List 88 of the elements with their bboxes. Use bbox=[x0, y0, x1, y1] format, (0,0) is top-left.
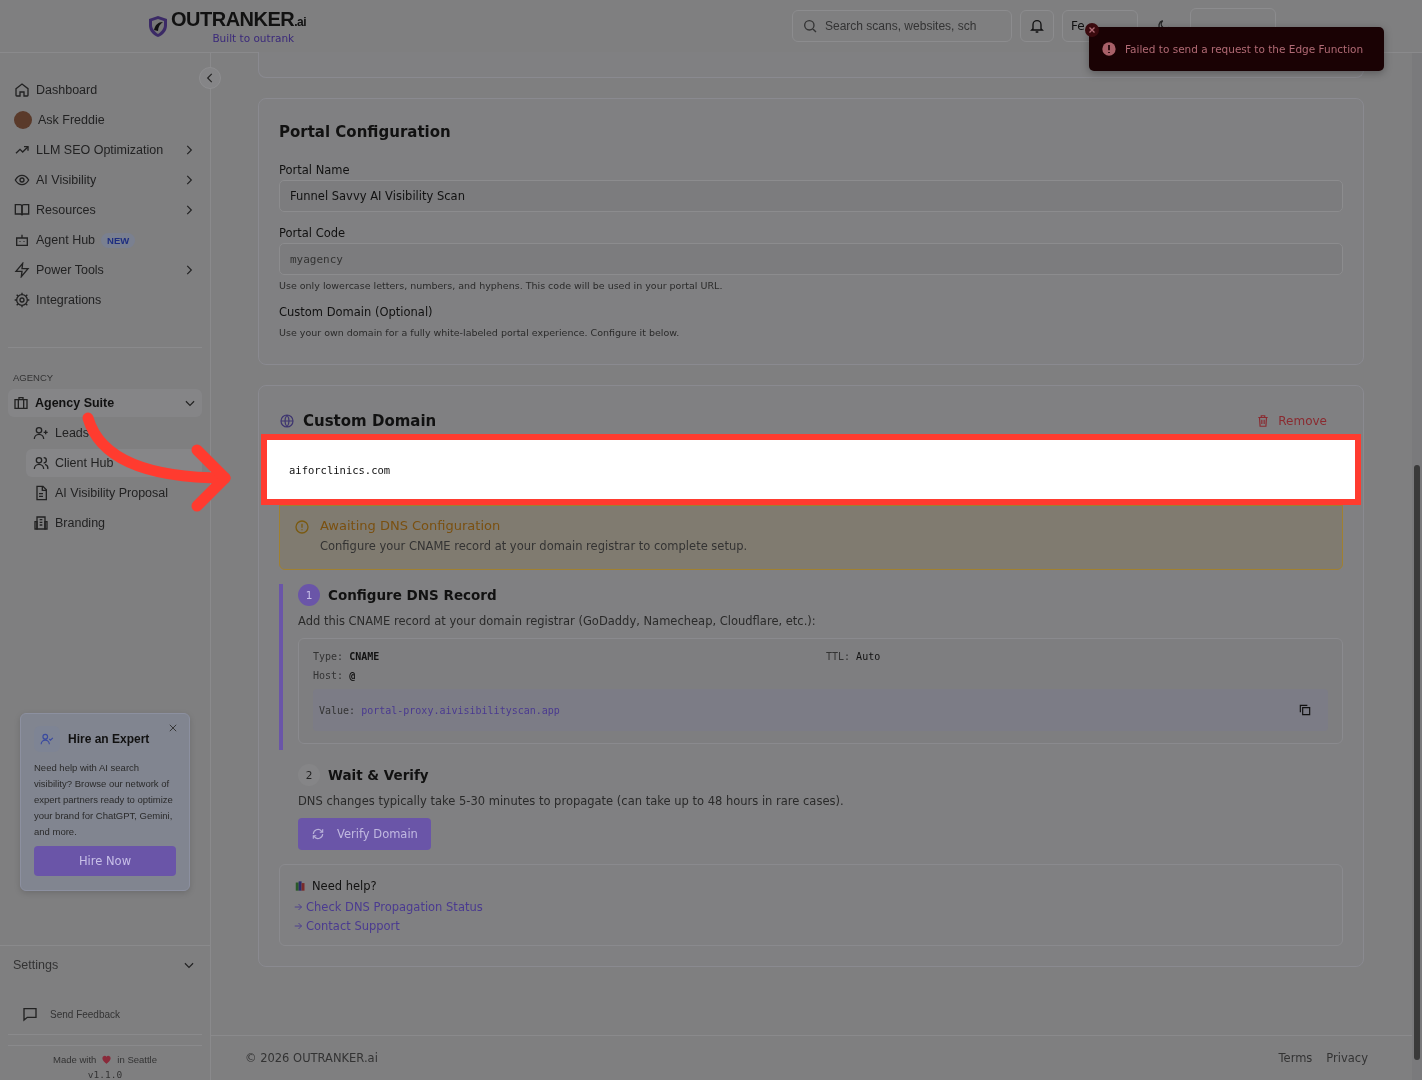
location-text: in Seattle bbox=[117, 1054, 157, 1065]
step-title: Wait & Verify bbox=[328, 767, 429, 783]
logo-wordmark: OUTRANKER.ai bbox=[171, 8, 307, 32]
promo-title: Hire an Expert bbox=[68, 732, 150, 746]
field-label: Portal Code bbox=[279, 226, 347, 240]
close-icon[interactable] bbox=[169, 724, 177, 732]
hire-now-button[interactable]: Hire Now bbox=[34, 846, 176, 876]
nav-item[interactable]: AI Visibility bbox=[8, 165, 202, 195]
eye-icon bbox=[14, 172, 30, 188]
arrow-right-icon bbox=[294, 922, 303, 930]
settings-icon bbox=[14, 292, 30, 308]
nav-item[interactable]: Integrations bbox=[8, 285, 202, 315]
refresh-icon bbox=[311, 827, 325, 841]
text-field[interactable]: Funnel Savvy AI Visibility Scan bbox=[279, 180, 1343, 212]
briefcase-icon bbox=[13, 395, 29, 411]
logo-tagline: Built to outrank bbox=[212, 31, 295, 44]
heart-icon bbox=[101, 1054, 113, 1065]
new-badge: NEW bbox=[101, 232, 136, 248]
nav-item[interactable]: Resources bbox=[8, 195, 202, 225]
book-icon bbox=[14, 202, 30, 218]
step-number: 1 bbox=[298, 584, 320, 606]
footer-link[interactable]: Terms bbox=[1278, 1051, 1313, 1065]
verify-domain-button[interactable]: Verify Domain bbox=[298, 818, 431, 850]
footer-link[interactable]: Privacy bbox=[1326, 1051, 1368, 1065]
version-label: v1.1.0 bbox=[87, 1069, 123, 1080]
record-value: Value: portal-proxy.aivisibilityscan.app bbox=[319, 704, 560, 716]
field-hint: Use only lowercase letters, numbers, and hyphens. This code will be used in your portal URL. bbox=[279, 280, 724, 291]
warning-icon bbox=[294, 519, 310, 535]
nav-group[interactable]: Agency Suite bbox=[8, 389, 202, 417]
help-link[interactable]: Contact Support bbox=[306, 919, 400, 933]
made-with-text: Made with bbox=[53, 1054, 97, 1065]
promo-text: Need help with AI search visibility? Browse our network of expert partners ready to optimize your brand for ChatGPT, Gemini, and more. bbox=[34, 761, 174, 839]
close-icon[interactable] bbox=[1085, 23, 1099, 37]
scrollbar[interactable] bbox=[1412, 53, 1422, 1080]
step-text: Add this CNAME record at your domain registrar (GoDaddy, Namecheap, Cloudflare, etc.): bbox=[298, 614, 817, 628]
bell-icon bbox=[1029, 18, 1045, 34]
record-ttl: TTL: Auto bbox=[826, 651, 881, 662]
globe-icon bbox=[279, 413, 295, 429]
notifications-button[interactable] bbox=[1020, 10, 1054, 42]
avatar-icon bbox=[14, 111, 32, 129]
step-text: DNS changes typically take 5-30 minutes to propagate (can take up to 48 hours in rare cases). bbox=[298, 794, 845, 808]
books-icon bbox=[294, 879, 308, 893]
arrow-right-icon bbox=[294, 903, 303, 911]
field-hint: Use your own domain for a fully white-labeled portal experience. Configure it below. bbox=[279, 327, 681, 338]
nav-item[interactable]: Ask Freddie bbox=[8, 105, 202, 135]
remove-button[interactable]: Remove bbox=[1250, 413, 1333, 429]
alert-text: Configure your CNAME record at your domain registrar to complete setup. bbox=[320, 539, 748, 553]
home-icon bbox=[14, 82, 30, 98]
users-icon bbox=[33, 455, 49, 471]
help-link[interactable]: Check DNS Propagation Status bbox=[306, 900, 483, 914]
record-host: Host: @ bbox=[313, 670, 357, 681]
nav-item[interactable]: Agent Hub NEW bbox=[8, 225, 202, 255]
field-label: Portal Name bbox=[279, 163, 351, 177]
nav-item[interactable]: Dashboard bbox=[8, 75, 202, 105]
search-icon bbox=[802, 18, 818, 34]
settings-toggle[interactable]: Settings bbox=[0, 945, 210, 984]
nav-item[interactable]: AI Visibility Proposal bbox=[26, 479, 202, 507]
user-plus-icon bbox=[33, 425, 49, 441]
step-number: 2 bbox=[298, 764, 320, 786]
chat-icon bbox=[22, 1006, 38, 1022]
card-title: Custom Domain bbox=[303, 412, 438, 430]
shield-logo-icon bbox=[146, 13, 170, 39]
building-icon bbox=[33, 515, 49, 531]
search-field[interactable]: Search scans, websites, sch bbox=[792, 10, 1012, 42]
alert-icon bbox=[1101, 41, 1117, 57]
collapse-sidebar-button[interactable] bbox=[199, 67, 221, 89]
document-icon bbox=[33, 485, 49, 501]
highlighted-domain-field[interactable]: aiforclinics.com bbox=[261, 434, 1361, 505]
nav-item[interactable]: Branding bbox=[26, 509, 202, 537]
section-title: AGENCY bbox=[12, 372, 55, 385]
card-title: Portal Configuration bbox=[279, 123, 452, 141]
field-label: Custom Domain (Optional) bbox=[279, 305, 434, 319]
text-field[interactable]: myagency bbox=[279, 243, 1343, 275]
toast-message: Failed to send a request to the Edge Function bbox=[1125, 43, 1364, 55]
step-title: Configure DNS Record bbox=[328, 587, 497, 603]
nav-item[interactable]: Leads bbox=[26, 419, 202, 447]
record-type: Type: CNAME bbox=[313, 651, 381, 662]
alert-title: Awaiting DNS Configuration bbox=[320, 518, 502, 533]
copyright-text: © 2026 OUTRANKER.ai bbox=[245, 1051, 378, 1065]
expert-icon bbox=[34, 726, 60, 752]
robot-icon bbox=[14, 232, 30, 248]
nav-item[interactable]: LLM SEO Optimization bbox=[8, 135, 202, 165]
help-title: Need help? bbox=[312, 879, 377, 893]
nav-item[interactable]: Power Tools bbox=[8, 255, 202, 285]
trash-icon bbox=[1256, 414, 1271, 428]
send-feedback-link[interactable]: Send Feedback bbox=[8, 984, 202, 1035]
bolt-icon bbox=[14, 262, 30, 278]
copy-icon[interactable] bbox=[1298, 703, 1312, 717]
